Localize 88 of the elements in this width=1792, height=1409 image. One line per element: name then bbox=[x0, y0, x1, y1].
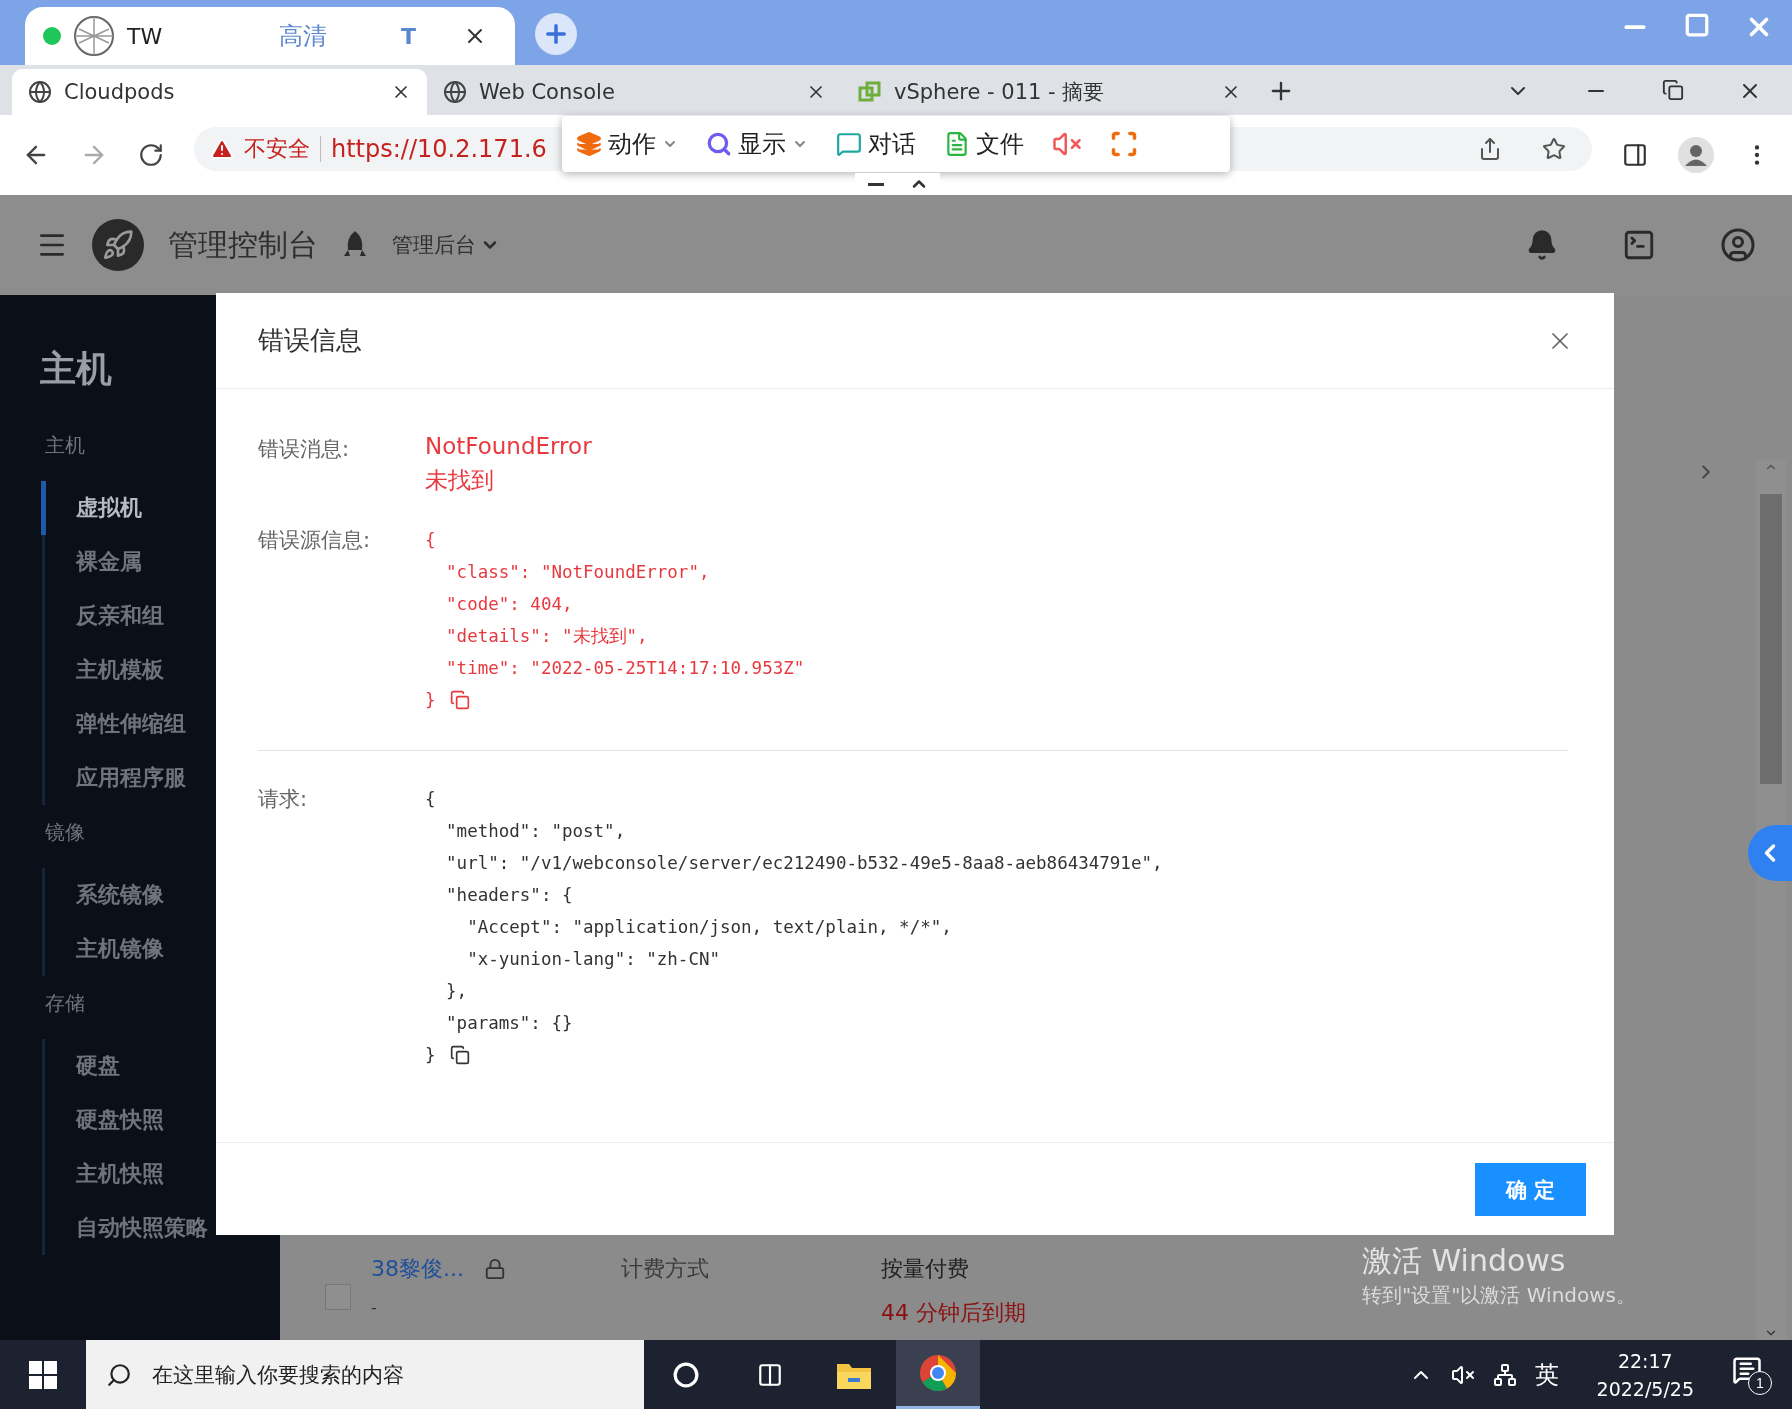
toolbar-menu-button[interactable]: 显示 bbox=[706, 128, 808, 160]
billing-label: 计费方式 bbox=[621, 1255, 710, 1283]
chat-icon bbox=[836, 131, 862, 157]
browser-tab[interactable]: Web Console bbox=[427, 69, 842, 115]
error-message: 未找到 bbox=[425, 466, 495, 495]
globe-icon bbox=[443, 80, 467, 104]
browser-logo-icon bbox=[919, 1354, 957, 1392]
copy-icon[interactable] bbox=[449, 1045, 470, 1065]
side-panel-icon[interactable] bbox=[1622, 142, 1648, 168]
code-line: "url": "/v1/webconsole/server/ec212490-b532-49e5-8aa8-aeb86434791e", bbox=[445, 852, 1163, 875]
windows-logo-icon bbox=[29, 1360, 57, 1389]
browser-button[interactable] bbox=[896, 1340, 980, 1409]
bookmark-icon[interactable] bbox=[1542, 137, 1566, 161]
share-icon[interactable] bbox=[1478, 137, 1502, 161]
search-icon bbox=[106, 1361, 132, 1388]
new-session-button[interactable] bbox=[535, 13, 577, 55]
globe-icon bbox=[73, 15, 115, 57]
table-cell-text: - bbox=[371, 1298, 378, 1317]
warning-icon bbox=[210, 137, 234, 161]
app-title: 管理控制台 bbox=[168, 225, 318, 264]
reload-icon[interactable] bbox=[138, 142, 164, 168]
code-line: "time": "2022-05-25T14:17:10.953Z" bbox=[445, 657, 805, 680]
input-method-indicator[interactable]: 英 bbox=[1534, 1358, 1559, 1391]
scope-dropdown[interactable]: 管理后台 bbox=[392, 231, 500, 259]
status-dot bbox=[43, 27, 61, 45]
scrollbar[interactable] bbox=[1756, 460, 1786, 1340]
scrollbar-thumb[interactable] bbox=[1760, 494, 1782, 784]
toolbar-menu-button[interactable]: 动作 bbox=[576, 128, 678, 160]
task-view-icon bbox=[757, 1361, 783, 1388]
taskbar-search-box[interactable]: 在这里输入你要搜索的内容 bbox=[86, 1340, 644, 1409]
file-icon bbox=[944, 131, 970, 157]
activation-title: 激活 Windows bbox=[1362, 1242, 1566, 1280]
network-icon[interactable] bbox=[1492, 1362, 1517, 1387]
row-checkbox[interactable] bbox=[325, 1284, 351, 1310]
session-title: TW bbox=[127, 23, 164, 49]
field-label: 错误消息: bbox=[258, 436, 351, 463]
notification-center-button[interactable]: 1 bbox=[1732, 1354, 1772, 1395]
expiry-text: 44 分钟后到期 bbox=[881, 1299, 1026, 1327]
minus-icon bbox=[868, 182, 885, 186]
text-mode-button[interactable]: T bbox=[401, 23, 451, 49]
code-line: }, bbox=[445, 980, 469, 1003]
code-line: "Accept": "application/json, text/plain, */*", bbox=[466, 916, 953, 939]
code-line: "x-yunion-lang": "zh-CN" bbox=[466, 948, 721, 971]
profile-icon[interactable] bbox=[1678, 137, 1714, 173]
browser-tab[interactable]: Cloudpods bbox=[12, 69, 427, 115]
restore-icon[interactable] bbox=[1662, 79, 1684, 101]
circle-icon bbox=[673, 1361, 699, 1388]
lock-icon bbox=[484, 1258, 506, 1280]
quality-label[interactable]: 高清 bbox=[279, 20, 389, 52]
sidebar-group-label: 镜像 bbox=[44, 819, 85, 846]
toolbar-menu-button[interactable]: 对话 bbox=[836, 128, 916, 160]
server-name-link[interactable]: 38黎俊... bbox=[371, 1254, 464, 1284]
layers-icon bbox=[576, 131, 602, 157]
code-line: "code": 404, bbox=[445, 593, 574, 616]
confirm-button[interactable]: 确 定 bbox=[1475, 1163, 1586, 1216]
remote-session-tab[interactable]: TW 高清 T bbox=[25, 7, 515, 65]
code-line: "params": {} bbox=[445, 1012, 574, 1035]
globe-icon bbox=[28, 80, 52, 104]
code-line: "class": "NotFoundError", bbox=[445, 561, 711, 584]
billing-value: 按量付费 bbox=[881, 1255, 970, 1283]
code-line: "headers": { bbox=[445, 884, 574, 907]
code-line: { bbox=[425, 788, 437, 811]
code-line: } bbox=[425, 1044, 436, 1067]
expand-tab[interactable] bbox=[1748, 825, 1792, 881]
search-icon bbox=[706, 131, 732, 157]
error-message: NotFoundError bbox=[425, 433, 592, 459]
fullscreen-icon[interactable] bbox=[1110, 130, 1138, 158]
url-text: https://10.2.171.6 bbox=[331, 135, 547, 163]
grid-logo-icon bbox=[858, 80, 882, 104]
browser-tab[interactable]: vSphere - 011 - 摘要 bbox=[842, 69, 1257, 115]
activation-text: 转到"设置"以激活 Windows。 bbox=[1362, 1282, 1637, 1309]
notification-icon[interactable] bbox=[1526, 229, 1558, 261]
user-icon[interactable] bbox=[1720, 227, 1756, 263]
code-line: "method": "post", bbox=[445, 820, 627, 843]
code-line: { bbox=[425, 529, 437, 552]
sidebar-title: 主机 bbox=[39, 347, 113, 391]
security-warning: 不安全 bbox=[244, 135, 310, 163]
code-line: "details": "未找到", bbox=[445, 625, 649, 648]
code-line: } bbox=[425, 689, 436, 712]
dialog-title: 错误信息 bbox=[258, 324, 362, 357]
sidebar-group-label: 主机 bbox=[44, 432, 85, 459]
clock[interactable]: 22:17 2022/5/25 bbox=[1596, 1349, 1694, 1400]
rocket-logo-icon bbox=[92, 219, 144, 271]
sidebar-group-label: 存储 bbox=[44, 990, 85, 1017]
toolbar-menu-button[interactable]: 文件 bbox=[944, 128, 1024, 160]
terminal-icon[interactable] bbox=[1622, 228, 1656, 262]
taskbar-search-field[interactable]: 在这里输入你要搜索的内容 bbox=[150, 1361, 644, 1388]
field-label: 请求: bbox=[258, 786, 309, 813]
